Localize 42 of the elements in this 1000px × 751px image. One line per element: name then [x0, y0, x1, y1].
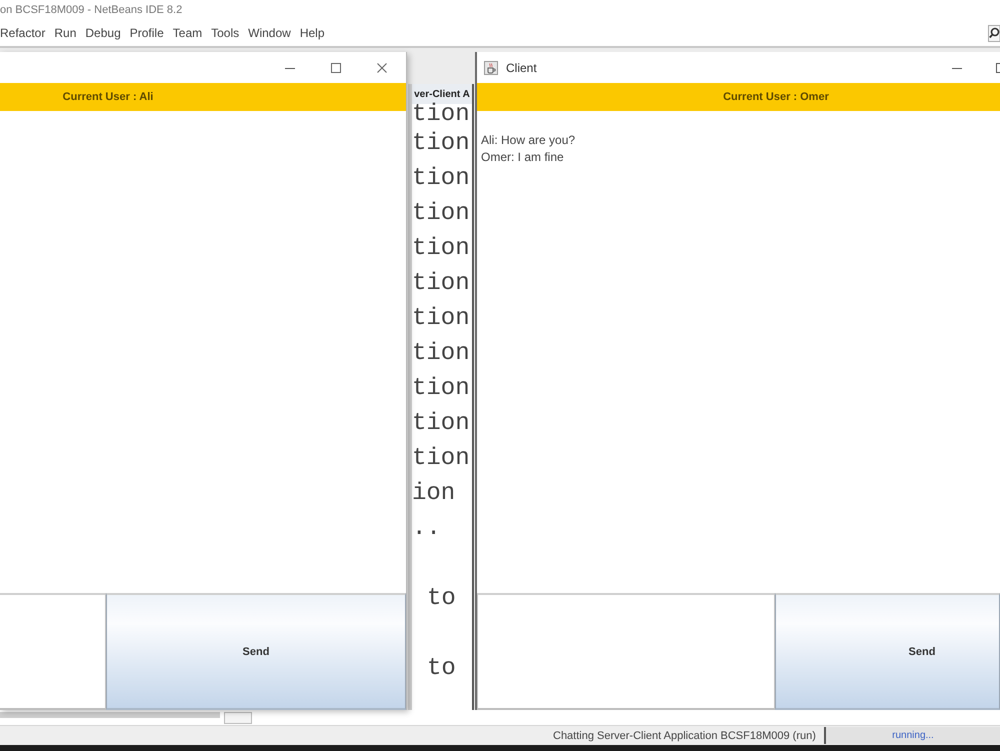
current-user-banner: Current User : Omer: [477, 83, 1000, 111]
maximize-icon[interactable]: [331, 62, 341, 72]
code-line: tion: [412, 104, 470, 126]
input-field[interactable]: [477, 593, 775, 710]
menu-item[interactable]: Refactor: [0, 26, 46, 40]
code-line: tion: [412, 129, 470, 159]
menu-item[interactable]: Tools: [211, 26, 240, 40]
code-line: tion: [412, 269, 470, 299]
task-status-panel: running...: [824, 727, 1000, 744]
code-line: ion: [412, 479, 456, 509]
code-line: tion: [412, 409, 470, 439]
code-line: to: [426, 584, 456, 614]
menu-item[interactable]: Window: [248, 26, 291, 40]
send-button[interactable]: Send: [775, 593, 1000, 710]
code-line: ..: [412, 514, 441, 544]
chat-message: Ali: How are you?: [481, 132, 576, 149]
menu-item[interactable]: Run: [54, 26, 76, 40]
code-line: tion: [412, 374, 470, 404]
status-text: Chatting Server-Client Application BCSF18M009 (run): [553, 730, 816, 742]
code-line: tion: [412, 164, 470, 194]
menu-item[interactable]: Help: [300, 26, 324, 40]
send-button[interactable]: Send: [106, 593, 406, 710]
search-icon[interactable]: [988, 24, 1000, 42]
code-line: tion: [412, 444, 470, 474]
code-line: tion: [412, 199, 470, 229]
scrollbar-track[interactable]: [0, 712, 220, 718]
close-icon[interactable]: [377, 62, 387, 72]
menu-item[interactable]: Debug: [85, 26, 121, 40]
code-line: tion: [412, 339, 470, 369]
code-line: to: [426, 654, 456, 684]
current-user-banner: Current User : Ali: [0, 83, 406, 111]
window-title: on BCSF18M009 - NetBeans IDE 8.2: [0, 4, 182, 16]
menu-item[interactable]: Team: [172, 26, 202, 40]
editor-tab[interactable]: ver-Client A: [412, 84, 472, 104]
chat-message: Omer: I am fine: [481, 149, 564, 166]
cup-icon: [484, 60, 498, 74]
maximize-icon[interactable]: [996, 62, 1000, 72]
code-line: tion: [412, 304, 470, 334]
window-title: Client: [506, 60, 537, 74]
code-line: tion: [412, 234, 470, 264]
menu-item[interactable]: Profile: [130, 26, 164, 40]
input-field[interactable]: [0, 593, 106, 710]
